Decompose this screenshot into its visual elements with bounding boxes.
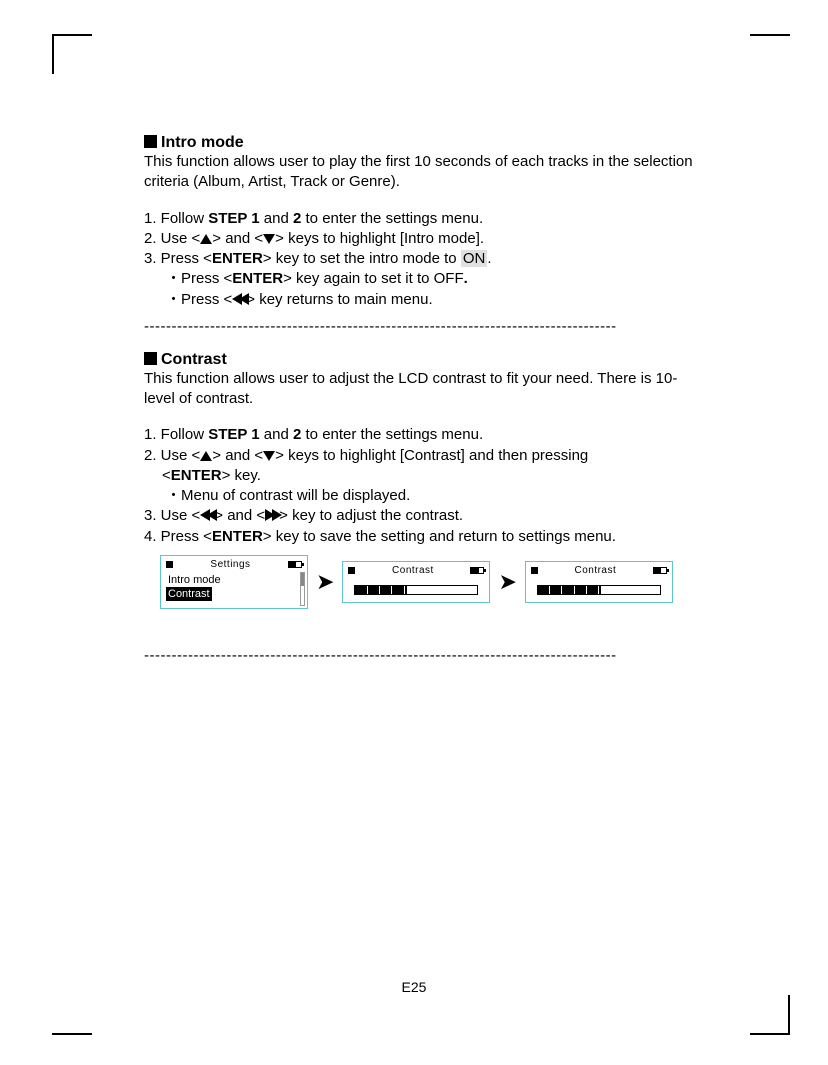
square-bullet-icon: [144, 135, 157, 148]
intro-mode-heading: Intro mode: [144, 134, 704, 152]
contrast-step-3: 3. Use <> and <> key to adjust the contr…: [144, 506, 704, 526]
contrast-bar: [537, 585, 661, 595]
contrast-desc: This function allows user to adjust the …: [144, 369, 704, 410]
screen-title: Contrast: [538, 565, 653, 576]
screen-title: Settings: [173, 559, 288, 570]
intro-sub-1: ・Press <ENTER> key again to set it to OF…: [144, 269, 704, 289]
triangle-up-icon: [200, 451, 212, 461]
on-highlight: ON: [461, 250, 488, 267]
intro-mode-title: Intro mode: [161, 134, 244, 151]
lcd-screen-contrast-1: Contrast: [342, 561, 490, 603]
arrow-right-icon: ➤: [316, 569, 334, 595]
lcd-screen-settings: Settings Intro mode Contrast: [160, 555, 308, 609]
contrast-step-2: 2. Use <> and <> keys to highlight [Cont…: [144, 446, 704, 466]
separator: ----------------------------------------…: [144, 318, 704, 335]
intro-step-2: 2. Use <> and <> keys to highlight [Intr…: [144, 229, 704, 249]
menu-item-intro-mode: Intro mode: [166, 573, 302, 587]
menu-item-contrast-selected: Contrast: [166, 587, 212, 601]
battery-icon: [288, 561, 302, 568]
contrast-heading: Contrast: [144, 351, 704, 369]
page-number: E25: [0, 979, 828, 995]
page-content: Intro mode This function allows user to …: [144, 134, 704, 680]
crop-mark-tr: [750, 34, 790, 74]
lcd-screen-contrast-2: Contrast: [525, 561, 673, 603]
intro-mode-desc: This function allows user to play the fi…: [144, 152, 704, 193]
crop-mark-br: [750, 995, 790, 1035]
arrow-right-icon: ➤: [498, 569, 516, 595]
status-square-icon: [166, 561, 173, 568]
triangle-up-icon: [200, 234, 212, 244]
intro-sub-2: ・Press <> key returns to main menu.: [144, 290, 704, 310]
separator: ----------------------------------------…: [144, 647, 704, 664]
intro-step-3: 3. Press <ENTER> key to set the intro mo…: [144, 249, 704, 269]
battery-icon: [653, 567, 667, 574]
contrast-bar: [354, 585, 478, 595]
status-square-icon: [348, 567, 355, 574]
contrast-title: Contrast: [161, 351, 227, 368]
battery-icon: [470, 567, 484, 574]
triangle-down-icon: [263, 234, 275, 244]
lcd-screens-row: Settings Intro mode Contrast ➤ Contrast …: [160, 555, 704, 609]
square-bullet-icon: [144, 352, 157, 365]
contrast-step-2b: <ENTER> key.: [144, 466, 704, 486]
crop-mark-tl: [52, 34, 92, 74]
screen-title: Contrast: [355, 565, 470, 576]
contrast-step-1: 1. Follow STEP 1 and 2 to enter the sett…: [144, 425, 704, 445]
intro-step-1: 1. Follow STEP 1 and 2 to enter the sett…: [144, 209, 704, 229]
contrast-step-4: 4. Press <ENTER> key to save the setting…: [144, 527, 704, 547]
crop-mark-bl: [52, 995, 92, 1035]
contrast-sub-1: ・Menu of contrast will be displayed.: [144, 486, 704, 506]
triangle-down-icon: [263, 451, 275, 461]
scrollbar: [300, 572, 305, 606]
status-square-icon: [531, 567, 538, 574]
